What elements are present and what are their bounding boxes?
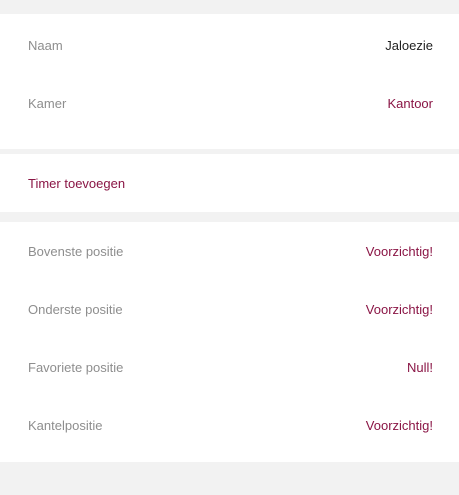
bottom-position-row[interactable]: Onderste positie Voorzichtig! <box>0 280 459 338</box>
add-timer-button[interactable]: Timer toevoegen <box>28 176 125 191</box>
name-value: Jaloezie <box>385 37 433 53</box>
favorite-position-label: Favoriete positie <box>28 359 124 375</box>
favorite-position-row[interactable]: Favoriete positie Null! <box>0 338 459 396</box>
bottom-position-label: Onderste positie <box>28 301 123 317</box>
name-row[interactable]: Naam Jaloezie <box>0 16 459 74</box>
room-label: Kamer <box>28 95 67 111</box>
favorite-position-value: Null! <box>406 359 433 375</box>
top-position-label: Bovenste positie <box>28 243 124 259</box>
details-card: Naam Jaloezie Kamer Kantoor <box>0 14 459 149</box>
tilt-position-value: Voorzichtig! <box>365 417 433 433</box>
timer-card: Timer toevoegen <box>0 154 459 212</box>
top-position-row[interactable]: Bovenste positie Voorzichtig! <box>0 222 459 280</box>
room-value: Kantoor <box>387 95 433 111</box>
top-position-value: Voorzichtig! <box>365 243 433 259</box>
positions-card: Bovenste positie Voorzichtig! Onderste p… <box>0 222 459 462</box>
room-row[interactable]: Kamer Kantoor <box>0 74 459 132</box>
bottom-position-value: Voorzichtig! <box>365 301 433 317</box>
add-timer-row[interactable]: Timer toevoegen <box>0 154 459 212</box>
name-label: Naam <box>28 37 63 53</box>
tilt-position-label: Kantelpositie <box>28 417 103 433</box>
device-settings-screen: Naam Jaloezie Kamer Kantoor Timer toevoe… <box>0 0 459 495</box>
tilt-position-row[interactable]: Kantelpositie Voorzichtig! <box>0 396 459 454</box>
